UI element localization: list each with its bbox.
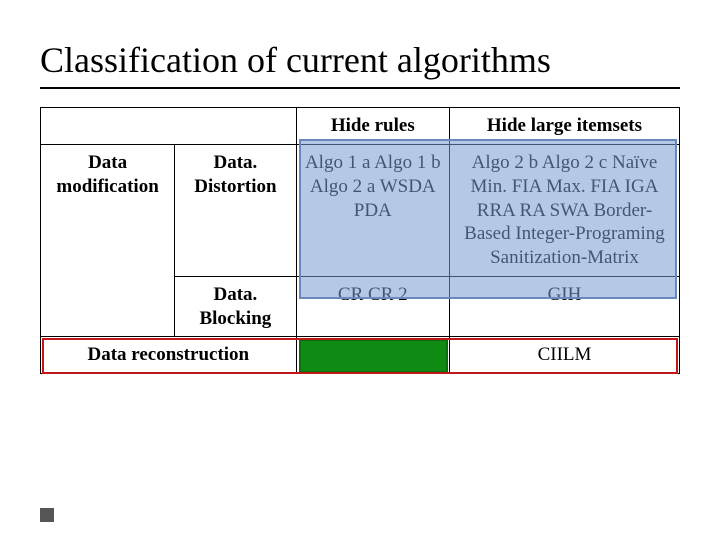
table-row: Data modification Data. Distortion Algo … [41, 145, 680, 277]
cell-reconstruction-rules [296, 337, 449, 374]
header-hide-large: Hide large itemsets [449, 108, 679, 145]
row-data-blocking: Data. Blocking [175, 276, 296, 337]
table-wrapper: Hide rules Hide large itemsets Data modi… [40, 107, 680, 374]
footer-marker [40, 508, 54, 522]
row-data-reconstruction: Data reconstruction [41, 337, 297, 374]
header-empty [41, 108, 297, 145]
slide-title: Classification of current algorithms [40, 40, 680, 81]
header-hide-rules: Hide rules [296, 108, 449, 145]
row-data-distortion: Data. Distortion [175, 145, 296, 277]
title-underline [40, 87, 680, 89]
cell-blocking-rules: CR CR 2 [296, 276, 449, 337]
algorithms-table: Hide rules Hide large itemsets Data modi… [40, 107, 680, 374]
cell-distortion-rules: Algo 1 a Algo 1 b Algo 2 a WSDA PDA [296, 145, 449, 277]
cell-blocking-large: GIH [449, 276, 679, 337]
table-header-row: Hide rules Hide large itemsets [41, 108, 680, 145]
slide: Classification of current algorithms Hid… [0, 0, 720, 540]
cell-reconstruction-large: CIILM [449, 337, 679, 374]
cell-distortion-large: Algo 2 b Algo 2 c Naïve Min. FIA Max. FI… [449, 145, 679, 277]
row-data-modification: Data modification [41, 145, 175, 337]
table-row: Data reconstruction CIILM [41, 337, 680, 374]
